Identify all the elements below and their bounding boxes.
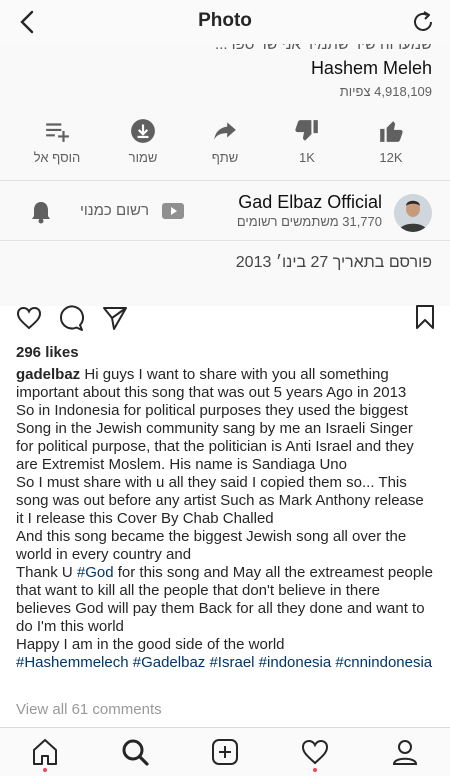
youtube-play-icon	[162, 203, 184, 219]
bell-icon	[32, 202, 50, 224]
thumbs-down-icon	[295, 120, 318, 141]
caption-paragraph: Thank U #God for this song and May all t…	[16, 564, 434, 636]
view-all-comments-link[interactable]: View all 61 comments	[16, 701, 162, 718]
page-title: Photo	[198, 10, 252, 31]
refresh-icon[interactable]	[410, 9, 436, 35]
hashtag-list: #Hashemmelech #Gadelbaz #Israel #indones…	[16, 654, 434, 672]
youtube-screenshot: שמעו זה שיר שתמיד אני שר ספר... Hashem M…	[0, 44, 450, 306]
hashtag-link[interactable]: #indonesia	[259, 654, 332, 671]
home-icon[interactable]	[30, 737, 60, 767]
subscriber-count: 31,770 משתמשים רשומים	[236, 214, 382, 229]
dislike-button: 1K	[272, 114, 342, 165]
like-button: 12K	[356, 114, 426, 165]
video-action-row: 12K 1K שתף שמור הוסף אל	[0, 114, 450, 178]
channel-avatar	[394, 194, 432, 232]
caption-paragraph: So in Indonesia for political purposes t…	[16, 402, 414, 473]
like-count: 12K	[379, 150, 403, 165]
share-icon	[214, 122, 236, 140]
caption-username[interactable]: gadelbaz	[16, 366, 80, 383]
share-action: שתף	[190, 114, 260, 165]
share-label: שתף	[211, 150, 239, 165]
channel-name: Gad Elbaz Official	[238, 192, 382, 212]
video-title: Hashem Meleh	[310, 58, 432, 78]
new-post-icon[interactable]	[210, 737, 240, 767]
profile-icon[interactable]	[390, 737, 420, 767]
activity-heart-icon[interactable]	[300, 737, 330, 767]
divider	[0, 180, 450, 181]
notification-dot	[313, 768, 317, 772]
save-action: שמור	[108, 114, 178, 165]
caption-paragraph: So I must share with u all they said I c…	[16, 474, 424, 527]
top-navigation-bar: Photo	[0, 0, 450, 45]
like-count[interactable]: 296 likes	[16, 344, 79, 361]
caption-paragraph: Happy I am in the good side of the world	[16, 636, 285, 653]
view-count: 4,918,109 צפיות	[339, 84, 432, 99]
hashtag-link[interactable]: #Israel	[209, 654, 254, 671]
search-icon[interactable]	[120, 737, 150, 767]
caption-paragraph: And this song became the biggest Jewish …	[16, 528, 407, 563]
subscribe-label: רשום כמנוי	[80, 202, 150, 219]
cut-off-description: שמעו זה שיר שתמיד אני שר ספר...	[215, 44, 432, 53]
divider	[0, 240, 450, 241]
thumbs-up-icon	[380, 121, 403, 142]
dislike-count: 1K	[299, 150, 315, 165]
add-to-label: הוסף אל	[33, 150, 81, 165]
add-to-action: הוסף אל	[22, 114, 92, 165]
post-action-bar	[0, 300, 450, 336]
bottom-tab-bar	[0, 727, 450, 776]
comment-icon[interactable]	[58, 305, 84, 331]
post-caption: gadelbaz Hi guys I want to share with yo…	[16, 366, 434, 672]
hashtag-link[interactable]: #Gadelbaz	[133, 654, 206, 671]
publish-date: פורסם בתאריך 27 בינו׳ 2013	[235, 254, 432, 271]
save-label: שמור	[128, 150, 158, 165]
hashtag-link[interactable]: #cnnindonesia	[335, 654, 432, 671]
add-to-playlist-icon	[46, 123, 69, 142]
share-direct-icon[interactable]	[102, 305, 128, 331]
heart-icon[interactable]	[16, 305, 42, 331]
hashtag-link[interactable]: #God	[77, 564, 114, 581]
notification-dot	[43, 768, 47, 772]
caption-text: Thank U	[16, 564, 77, 581]
download-icon	[131, 119, 155, 143]
hashtag-link[interactable]: #Hashemmelech	[16, 654, 129, 671]
bookmark-icon[interactable]	[414, 304, 436, 330]
